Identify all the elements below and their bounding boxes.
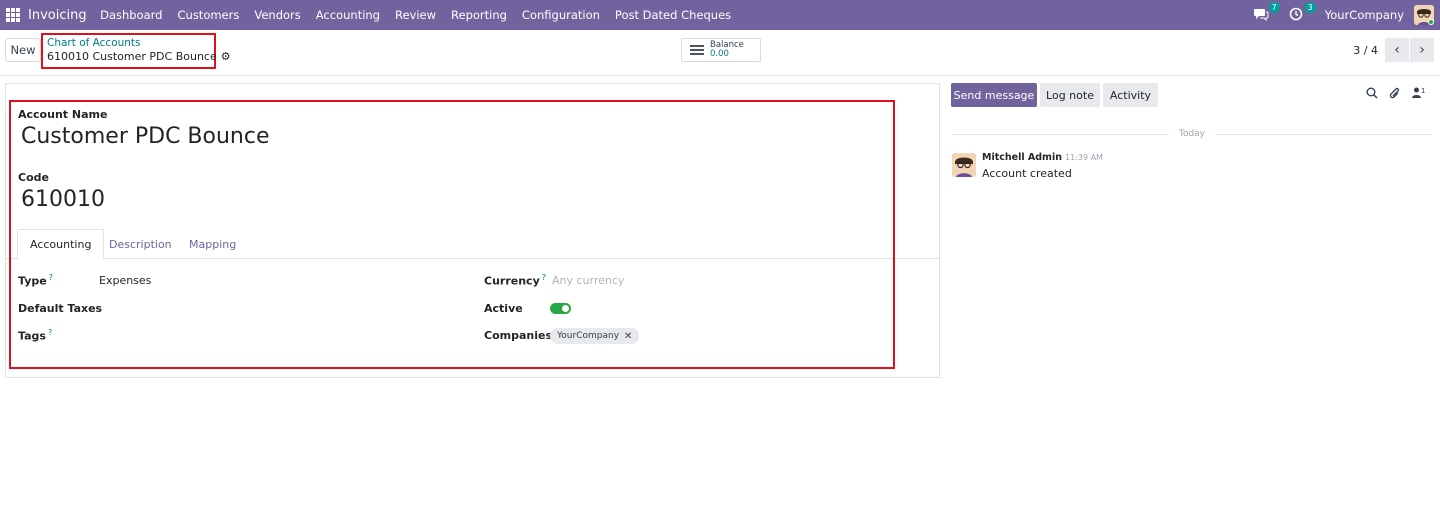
- messages-icon[interactable]: 7: [1253, 2, 1280, 23]
- account-name-input[interactable]: Customer PDC Bounce: [21, 124, 270, 149]
- companies-label: Companies: [484, 329, 552, 342]
- menu-dashboard[interactable]: Dashboard: [93, 8, 170, 22]
- company-tag-label: YourCompany: [557, 331, 620, 341]
- breadcrumb-current-record: 610010 Customer PDC Bounce ⚙: [47, 50, 231, 64]
- active-label: Active: [484, 302, 523, 315]
- followers-count: 1: [1421, 87, 1426, 95]
- user-avatar[interactable]: [1414, 5, 1434, 25]
- send-message-button[interactable]: Send message: [951, 83, 1037, 107]
- followers-icon[interactable]: 1: [1412, 87, 1425, 101]
- search-icon[interactable]: [1366, 87, 1378, 102]
- activities-count-badge: 3: [1304, 2, 1316, 13]
- balance-value: 0.00: [710, 49, 729, 59]
- help-icon[interactable]: ?: [49, 273, 53, 282]
- app-brand[interactable]: Invoicing: [28, 8, 87, 23]
- type-label: Type?: [18, 273, 53, 288]
- activity-button[interactable]: Activity: [1103, 83, 1158, 107]
- menu-customers[interactable]: Customers: [170, 8, 247, 22]
- messages-count-badge: 7: [1268, 2, 1280, 13]
- form-tabs: Accounting Description Mapping: [5, 229, 939, 260]
- new-button[interactable]: New: [5, 38, 41, 62]
- type-select[interactable]: Expenses: [99, 274, 151, 287]
- breadcrumb: Chart of Accounts 610010 Customer PDC Bo…: [41, 33, 231, 69]
- tab-description[interactable]: Description: [97, 229, 184, 259]
- chevron-right-icon[interactable]: ›: [1410, 38, 1434, 62]
- message-body: Account created: [982, 167, 1072, 180]
- code-label: Code: [18, 171, 49, 184]
- paperclip-icon[interactable]: [1389, 87, 1401, 103]
- tab-mapping[interactable]: Mapping: [177, 229, 248, 259]
- pager-value[interactable]: 3 / 4: [1353, 44, 1378, 57]
- default-taxes-label: Default Taxes: [18, 302, 103, 315]
- code-input[interactable]: 610010: [21, 187, 105, 212]
- message-author-name[interactable]: Mitchell Admin: [982, 152, 1062, 163]
- balance-smart-button[interactable]: Balance 0.00: [681, 38, 761, 62]
- currency-input[interactable]: Any currency: [552, 274, 624, 287]
- gear-icon[interactable]: ⚙: [221, 50, 231, 64]
- chevron-left-icon[interactable]: ‹: [1385, 38, 1409, 62]
- account-name-label: Account Name: [18, 108, 108, 121]
- menu-vendors[interactable]: Vendors: [247, 8, 308, 22]
- tab-accounting[interactable]: Accounting: [17, 229, 105, 260]
- message-time: 11:39 AM: [1064, 153, 1103, 162]
- menu-reporting[interactable]: Reporting: [444, 8, 515, 22]
- list-icon: [690, 45, 704, 55]
- active-toggle[interactable]: [550, 303, 571, 314]
- date-separator-label: Today: [1178, 129, 1206, 139]
- help-icon[interactable]: ?: [542, 273, 546, 282]
- log-note-button[interactable]: Log note: [1040, 83, 1100, 107]
- close-icon[interactable]: ✕: [624, 331, 632, 342]
- company-switcher[interactable]: YourCompany: [1325, 8, 1404, 22]
- help-icon[interactable]: ?: [48, 328, 52, 337]
- tags-label: Tags?: [18, 328, 53, 343]
- date-separator: Today: [952, 128, 1432, 140]
- message-author-avatar[interactable]: [952, 153, 976, 177]
- menu-accounting[interactable]: Accounting: [308, 8, 387, 22]
- activities-clock-icon[interactable]: 3: [1289, 2, 1316, 23]
- menu-configuration[interactable]: Configuration: [514, 8, 607, 22]
- menu-post-dated-cheques[interactable]: Post Dated Cheques: [607, 8, 738, 22]
- message-author: Mitchell Admin 11:39 AM: [982, 152, 1103, 163]
- top-navbar: Invoicing Dashboard Customers Vendors Ac…: [0, 0, 1440, 30]
- currency-label: Currency?: [484, 273, 546, 288]
- breadcrumb-current-label: 610010 Customer PDC Bounce: [47, 50, 217, 63]
- apps-grid-icon[interactable]: [6, 8, 20, 22]
- menu-review[interactable]: Review: [387, 8, 443, 22]
- control-panel: New Chart of Accounts 610010 Customer PD…: [0, 30, 1440, 76]
- breadcrumb-chart-of-accounts[interactable]: Chart of Accounts: [47, 37, 214, 50]
- record-pager: 3 / 4 ‹ ›: [1353, 38, 1434, 62]
- company-tag: YourCompany ✕: [550, 328, 640, 344]
